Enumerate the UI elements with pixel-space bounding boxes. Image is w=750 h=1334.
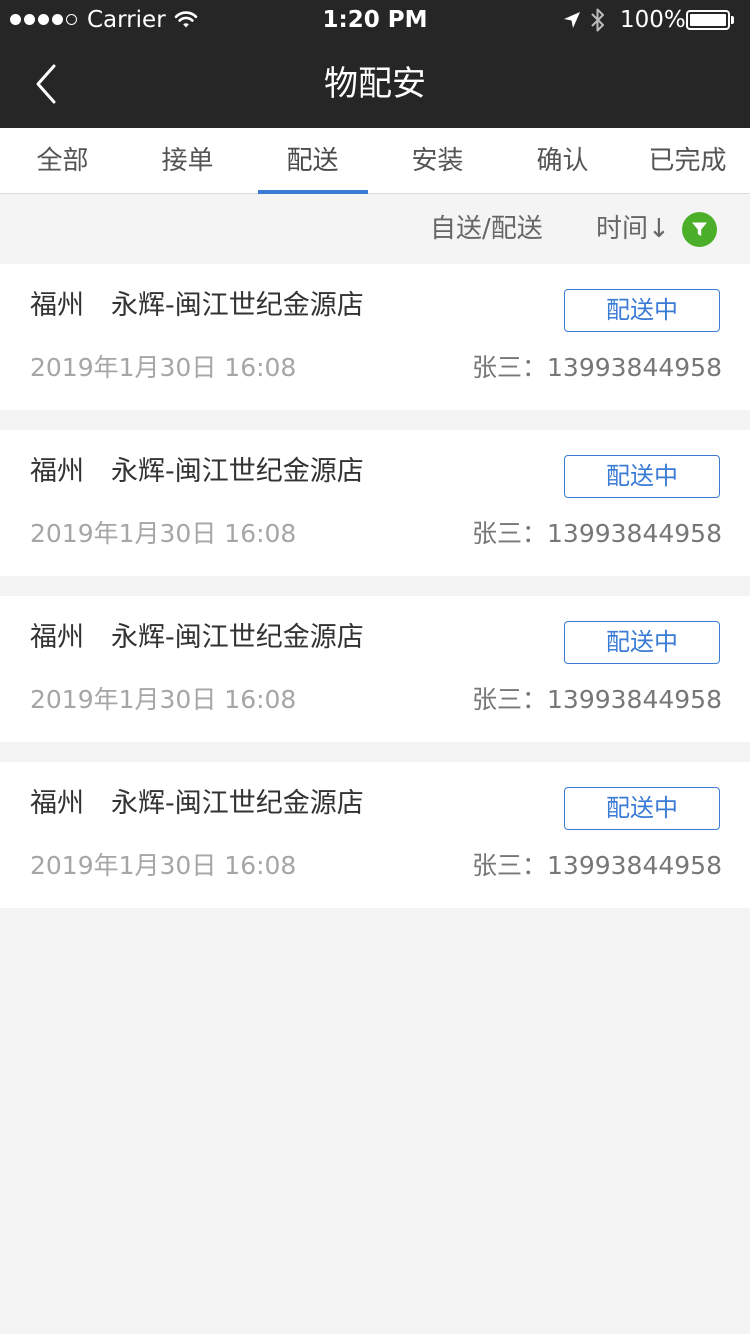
order-card[interactable]: 福州 永辉-闽江世纪金源店 配送中 2019年1月30日 16:08 张三：13… bbox=[0, 430, 750, 576]
battery-level bbox=[690, 14, 726, 26]
order-store-name: 福州 永辉-闽江世纪金源店 bbox=[30, 622, 364, 653]
order-status-badge[interactable]: 配送中 bbox=[564, 455, 720, 498]
tab-install[interactable]: 安装 bbox=[375, 128, 500, 193]
order-contact: 张三：13993844958 bbox=[472, 519, 722, 548]
status-tabs: 全部 接单 配送 安装 确认 已完成 bbox=[0, 128, 750, 194]
tab-confirm[interactable]: 确认 bbox=[500, 128, 625, 193]
location-arrow-icon bbox=[564, 12, 580, 28]
app-header: Carrier 1:20 PM 100% 物配安 bbox=[0, 0, 750, 128]
order-card[interactable]: 福州 永辉-闽江世纪金源店 配送中 2019年1月30日 16:08 张三：13… bbox=[0, 762, 750, 908]
battery-icon bbox=[686, 10, 730, 30]
chevron-left-icon bbox=[36, 64, 56, 104]
order-time: 2019年1月30日 16:08 bbox=[30, 519, 297, 548]
tab-completed[interactable]: 已完成 bbox=[625, 128, 750, 193]
navigation-bar: 物配安 bbox=[0, 40, 750, 128]
order-status-badge[interactable]: 配送中 bbox=[564, 621, 720, 664]
order-status-badge[interactable]: 配送中 bbox=[564, 289, 720, 332]
order-contact: 张三：13993844958 bbox=[472, 851, 722, 880]
tab-accept[interactable]: 接单 bbox=[125, 128, 250, 193]
delivery-type-filter[interactable]: 自送/配送 bbox=[430, 194, 543, 264]
order-time: 2019年1月30日 16:08 bbox=[30, 353, 297, 382]
order-status-badge[interactable]: 配送中 bbox=[564, 787, 720, 830]
order-contact: 张三：13993844958 bbox=[472, 353, 722, 382]
order-card[interactable]: 福州 永辉-闽江世纪金源店 配送中 2019年1月30日 16:08 张三：13… bbox=[0, 264, 750, 410]
battery-percentage: 100% bbox=[620, 7, 686, 33]
order-time: 2019年1月30日 16:08 bbox=[30, 685, 297, 714]
tab-all[interactable]: 全部 bbox=[0, 128, 125, 193]
battery-tip bbox=[731, 16, 734, 24]
funnel-icon[interactable] bbox=[682, 212, 717, 247]
order-store-name: 福州 永辉-闽江世纪金源店 bbox=[30, 456, 364, 487]
order-contact: 张三：13993844958 bbox=[472, 685, 722, 714]
order-store-name: 福州 永辉-闽江世纪金源店 bbox=[30, 788, 364, 819]
order-card[interactable]: 福州 永辉-闽江世纪金源店 配送中 2019年1月30日 16:08 张三：13… bbox=[0, 596, 750, 742]
status-bar: Carrier 1:20 PM 100% bbox=[0, 0, 750, 40]
filter-bar: 自送/配送 时间↓ bbox=[0, 194, 750, 264]
tab-delivery[interactable]: 配送 bbox=[250, 128, 375, 194]
page-title: 物配安 bbox=[324, 64, 426, 104]
time-sort-toggle[interactable]: 时间↓ bbox=[596, 194, 670, 264]
order-time: 2019年1月30日 16:08 bbox=[30, 851, 297, 880]
order-store-name: 福州 永辉-闽江世纪金源店 bbox=[30, 290, 364, 321]
back-button[interactable] bbox=[24, 58, 72, 110]
bluetooth-icon bbox=[591, 8, 604, 32]
